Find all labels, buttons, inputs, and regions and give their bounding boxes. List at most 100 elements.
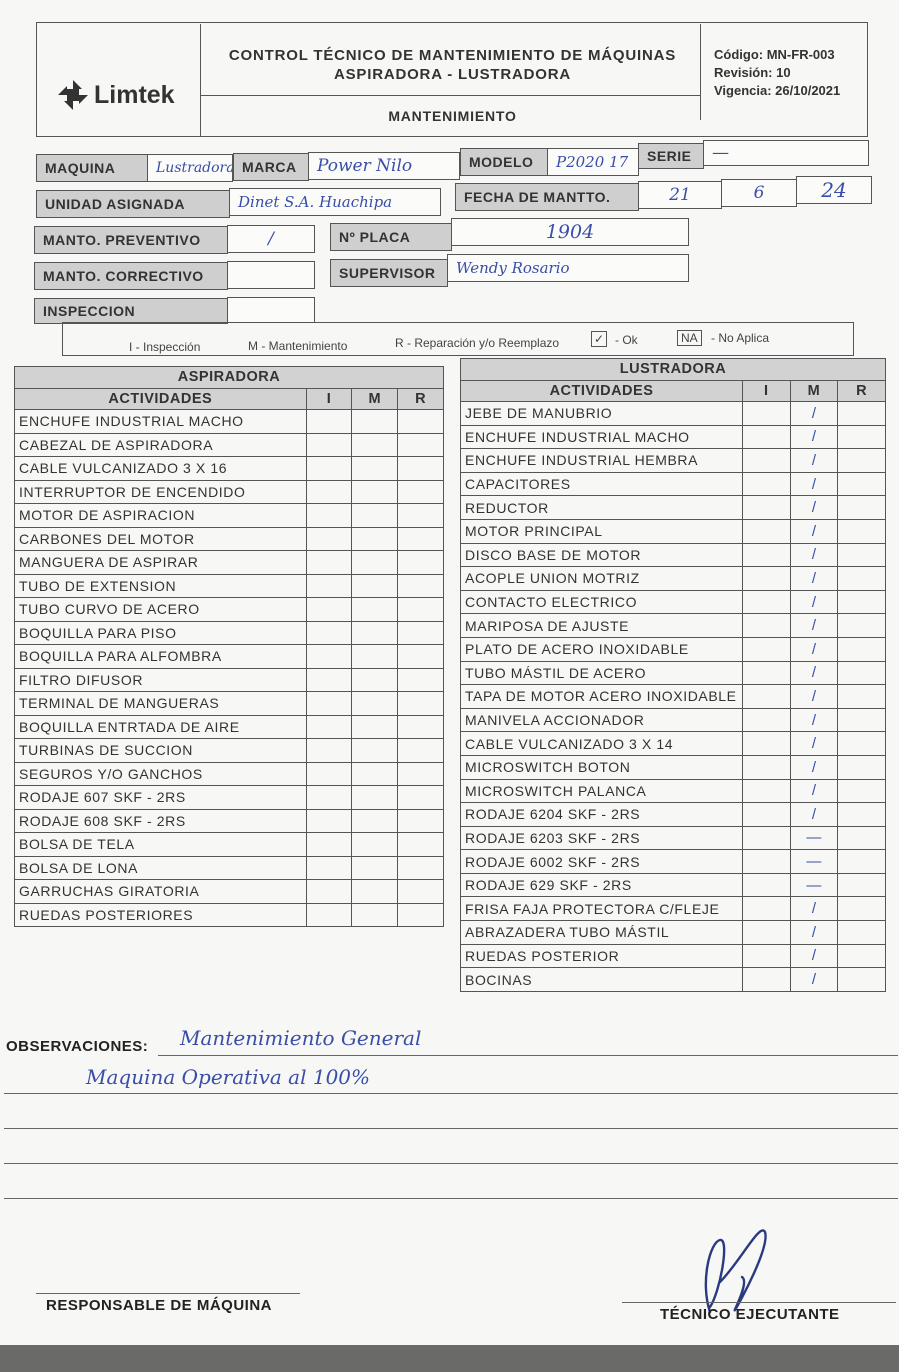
- aspiradora-check-m[interactable]: [351, 456, 399, 481]
- fecha-month[interactable]: 6: [721, 179, 797, 207]
- lustradora-check-i[interactable]: [741, 566, 791, 591]
- aspiradora-check-m[interactable]: [351, 550, 399, 575]
- lustradora-check-i[interactable]: [741, 589, 791, 615]
- lustradora-check-i[interactable]: [741, 920, 791, 945]
- lustradora-check-m[interactable]: /: [789, 542, 839, 568]
- aspiradora-check-i[interactable]: [305, 644, 353, 669]
- lustradora-check-m[interactable]: /: [789, 684, 839, 709]
- lustradora-check-m[interactable]: —: [789, 825, 839, 851]
- aspiradora-check-i[interactable]: [305, 691, 353, 716]
- lustradora-check-r[interactable]: [837, 872, 886, 898]
- aspiradora-check-r[interactable]: [397, 667, 444, 692]
- aspiradora-check-r[interactable]: [397, 550, 444, 575]
- lustradora-check-r[interactable]: [837, 636, 886, 662]
- lustradora-check-i[interactable]: [741, 636, 791, 662]
- aspiradora-check-m[interactable]: [351, 761, 399, 786]
- lustradora-check-m[interactable]: —: [789, 872, 839, 898]
- lustradora-check-m[interactable]: —: [789, 849, 839, 874]
- aspiradora-check-m[interactable]: [351, 409, 399, 434]
- lustradora-check-r[interactable]: [837, 495, 886, 520]
- aspiradora-check-i[interactable]: [305, 761, 353, 786]
- aspiradora-check-r[interactable]: [397, 597, 444, 622]
- preventivo-value[interactable]: /: [227, 225, 315, 253]
- correctivo-value[interactable]: [227, 261, 315, 289]
- lustradora-check-r[interactable]: [837, 660, 886, 686]
- aspiradora-check-m[interactable]: [351, 785, 399, 810]
- lustradora-check-r[interactable]: [837, 920, 886, 945]
- aspiradora-check-m[interactable]: [351, 738, 399, 763]
- aspiradora-check-i[interactable]: [305, 738, 353, 763]
- aspiradora-check-m[interactable]: [351, 526, 399, 551]
- aspiradora-check-i[interactable]: [305, 855, 353, 880]
- fecha-day[interactable]: 21: [638, 181, 722, 209]
- aspiradora-check-r[interactable]: [397, 644, 444, 669]
- lustradora-check-r[interactable]: [837, 943, 886, 969]
- observaciones-line2[interactable]: Maquina Operativa al 100%: [86, 1065, 370, 1089]
- aspiradora-check-i[interactable]: [305, 667, 353, 692]
- lustradora-check-r[interactable]: [837, 448, 886, 473]
- aspiradora-check-i[interactable]: [305, 714, 353, 739]
- aspiradora-check-r[interactable]: [397, 526, 444, 551]
- lustradora-check-m[interactable]: /: [789, 660, 839, 686]
- lustradora-check-i[interactable]: [741, 471, 791, 497]
- aspiradora-check-m[interactable]: [351, 879, 399, 904]
- aspiradora-check-i[interactable]: [305, 526, 353, 551]
- aspiradora-check-i[interactable]: [305, 573, 353, 598]
- lustradora-check-i[interactable]: [741, 424, 791, 450]
- lustradora-check-i[interactable]: [741, 896, 791, 922]
- lustradora-check-r[interactable]: [837, 731, 886, 756]
- lustradora-check-m[interactable]: /: [789, 401, 839, 426]
- lustradora-check-i[interactable]: [741, 967, 791, 992]
- aspiradora-check-r[interactable]: [397, 855, 444, 880]
- modelo-value[interactable]: P2020 17: [547, 148, 639, 176]
- lustradora-check-m[interactable]: /: [789, 448, 839, 473]
- lustradora-check-r[interactable]: [837, 613, 886, 638]
- aspiradora-check-i[interactable]: [305, 550, 353, 575]
- lustradora-check-m[interactable]: /: [789, 566, 839, 591]
- lustradora-check-i[interactable]: [741, 542, 791, 568]
- aspiradora-check-i[interactable]: [305, 456, 353, 481]
- maquina-value[interactable]: Lustradora: [147, 154, 233, 182]
- lustradora-check-i[interactable]: [741, 731, 791, 756]
- lustradora-check-m[interactable]: /: [789, 589, 839, 615]
- lustradora-check-m[interactable]: /: [789, 613, 839, 638]
- lustradora-check-r[interactable]: [837, 684, 886, 709]
- aspiradora-check-r[interactable]: [397, 738, 444, 763]
- aspiradora-check-r[interactable]: [397, 808, 444, 833]
- lustradora-check-i[interactable]: [741, 684, 791, 709]
- aspiradora-check-i[interactable]: [305, 832, 353, 857]
- marca-value[interactable]: Power Nilo: [308, 152, 460, 180]
- lustradora-check-m[interactable]: /: [789, 802, 839, 827]
- aspiradora-check-r[interactable]: [397, 573, 444, 598]
- supervisor-value[interactable]: Wendy Rosario: [447, 254, 689, 282]
- lustradora-check-m[interactable]: /: [789, 943, 839, 969]
- lustradora-check-r[interactable]: [837, 401, 886, 426]
- unidad-value[interactable]: Dinet S.A. Huachipa: [229, 188, 441, 216]
- aspiradora-check-m[interactable]: [351, 573, 399, 598]
- aspiradora-check-m[interactable]: [351, 597, 399, 622]
- inspeccion-value[interactable]: [227, 297, 315, 323]
- lustradora-check-r[interactable]: [837, 802, 886, 827]
- lustradora-check-m[interactable]: /: [789, 731, 839, 756]
- fecha-year[interactable]: 24: [796, 176, 872, 204]
- lustradora-check-m[interactable]: /: [789, 967, 839, 992]
- aspiradora-check-r[interactable]: [397, 832, 444, 857]
- aspiradora-check-m[interactable]: [351, 620, 399, 645]
- aspiradora-check-i[interactable]: [305, 503, 353, 528]
- lustradora-check-r[interactable]: [837, 849, 886, 874]
- aspiradora-check-r[interactable]: [397, 456, 444, 481]
- aspiradora-check-m[interactable]: [351, 855, 399, 880]
- aspiradora-check-m[interactable]: [351, 832, 399, 857]
- lustradora-check-i[interactable]: [741, 825, 791, 851]
- aspiradora-check-i[interactable]: [305, 479, 353, 504]
- aspiradora-check-i[interactable]: [305, 785, 353, 810]
- lustradora-check-r[interactable]: [837, 707, 886, 733]
- aspiradora-check-r[interactable]: [397, 409, 444, 434]
- lustradora-check-r[interactable]: [837, 896, 886, 922]
- aspiradora-check-i[interactable]: [305, 620, 353, 645]
- aspiradora-check-r[interactable]: [397, 503, 444, 528]
- aspiradora-check-r[interactable]: [397, 620, 444, 645]
- lustradora-check-r[interactable]: [837, 542, 886, 568]
- placa-value[interactable]: 1904: [451, 218, 689, 246]
- aspiradora-check-r[interactable]: [397, 714, 444, 739]
